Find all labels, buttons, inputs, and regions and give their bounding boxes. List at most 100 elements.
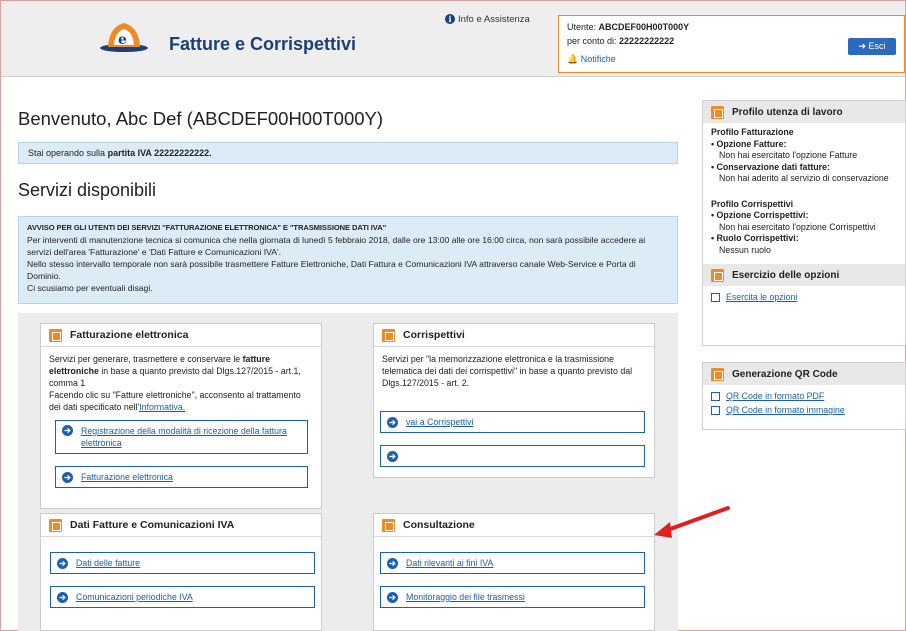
servizi-title: Servizi disponibili [18, 180, 157, 200]
partita-prefix: Stai operando sulla [28, 148, 106, 158]
arrow-right-icon: ➔ [62, 471, 73, 483]
arrow-right-icon: ➔ [387, 416, 398, 428]
partita-value: partita IVA 22222222222. [107, 148, 212, 158]
card-corrispettivi: Corrispettivi Servizi per "la memorizzaz… [373, 323, 655, 478]
desc-text: Servizi per generare, trasmettere e cons… [49, 354, 243, 364]
card-consultazione-head: Consultazione [374, 514, 654, 537]
card-fatturazione-head: Fatturazione elettronica [41, 324, 321, 347]
notifiche-label: Notifiche [580, 54, 616, 64]
card-consultazione-title: Consultazione [403, 519, 475, 531]
info-assistenza-link[interactable]: i Info e Assistenza [445, 14, 530, 25]
service-icon [49, 328, 62, 342]
qr-pdf-label: QR Code in formato PDF [726, 391, 825, 401]
esci-button[interactable]: ➜ Esci [848, 38, 896, 55]
info-icon: i [445, 14, 455, 24]
partita-iva-banner: Stai operando sulla partita IVA 22222222… [18, 142, 678, 164]
esercizio-title: Esercizio delle opzioni [732, 269, 840, 281]
vai-corrispettivi-button[interactable]: ➔ vai a Corrispettivi [380, 411, 645, 433]
dati-rilevanti-label: Dati rilevanti ai fini IVA [406, 558, 494, 568]
arrow-right-icon: ➔ [57, 591, 68, 603]
monitoraggio-file-button[interactable]: ➔ Monitoraggio dei file trasmessi [380, 586, 645, 608]
arrow-right-icon: ➔ [387, 557, 398, 569]
comunicazioni-label: Comunicazioni periodiche IVA [76, 592, 193, 602]
fatturazione-elettronica-button[interactable]: ➔ Fatturazione elettronica [55, 466, 308, 488]
user-label: Utente: [567, 22, 597, 32]
annotation-arrow-icon [654, 506, 730, 538]
qr-pdf-link[interactable]: QR Code in formato PDF [703, 385, 905, 403]
esci-label: Esci [868, 41, 886, 51]
card-dati-fatture: Dati Fatture e Comunicazioni IVA ➔ Dati d… [40, 513, 322, 631]
user-box: Utente: ABCDEF00H00T000Y per conto di: 2… [558, 15, 905, 73]
qr-head: Generazione QR Code [703, 363, 905, 385]
welcome-title: Benvenuto, Abc Def (ABCDEF00H00T000Y) [18, 108, 384, 129]
card-dati-fatture-title: Dati Fatture e Comunicazioni IVA [70, 519, 235, 531]
profilo-panel: Profilo utenza di lavoro Profilo Fattura… [702, 100, 906, 346]
document-icon [711, 391, 720, 401]
dati-fatture-label: Dati delle fatture [76, 558, 141, 568]
gear-icon [711, 268, 724, 282]
card-fatturazione: Fatturazione elettronica Servizi per gen… [40, 323, 322, 509]
arrow-right-icon: ➔ [57, 557, 68, 569]
ruolo-value: Nessun ruolo [719, 244, 771, 255]
notifiche-link[interactable]: 🔔 Notifiche [567, 54, 616, 65]
opzione-fatture-label: • Opzione Fatture: [711, 138, 787, 149]
comunicazioni-periodiche-button[interactable]: ➔ Comunicazioni periodiche IVA [50, 586, 315, 608]
registrazione-label: Registrazione della modalità di ricezion… [81, 426, 287, 448]
bell-icon: 🔔 [567, 54, 579, 64]
qr-image-link[interactable]: QR Code in formato immagine [703, 403, 905, 417]
card-fatturazione-title: Fatturazione elettronica [70, 329, 189, 341]
qr-image-label: QR Code in formato immagine [726, 405, 845, 415]
esercizio-head: Esercizio delle opzioni [703, 264, 905, 286]
profilo-corr-heading: Profilo Corrispettivi [711, 198, 794, 209]
service-icon [382, 518, 395, 532]
user-line: Utente: ABCDEF00H00T000Y [567, 22, 689, 32]
registrazione-modalita-button[interactable]: ➔ Registrazione della modalità di ricezio… [55, 420, 308, 454]
svg-text:e: e [118, 32, 127, 48]
opzione-corrispettivi-value: Non hai esercitato l'opzione Corrispetti… [719, 221, 876, 232]
profile-icon [711, 105, 724, 119]
vai-corrispettivi-label: vai a Corrispettivi [406, 417, 474, 427]
header: e Fatture e Corrispettivi i Info e Assist… [1, 1, 905, 77]
avviso-paragraph-3: Ci scusiamo per eventuali disagi. [27, 283, 153, 293]
qr-panel: Generazione QR Code QR Code in formato P… [702, 362, 906, 430]
esercita-label: Esercita le opzioni [726, 292, 798, 302]
services-area: Fatturazione elettronica Servizi per gen… [18, 313, 678, 631]
conto-label: per conto di: [567, 36, 617, 46]
agenzia-logo-icon[interactable]: e [99, 19, 149, 53]
avviso-title: AVVISO PER GLI UTENTI DEI SERVIZI "FATTU… [27, 223, 387, 232]
card-corrispettivi-head: Corrispettivi [374, 324, 654, 347]
edit-icon [711, 292, 720, 302]
avviso-paragraph-2: Nello stesso intervallo temporale non sa… [27, 259, 636, 281]
qr-title: Generazione QR Code [732, 368, 838, 380]
opzione-corrispettivi-label: • Opzione Corrispettivi: [711, 210, 809, 220]
fatturazione-label: Fatturazione elettronica [81, 472, 173, 482]
avviso-banner: AVVISO PER GLI UTENTI DEI SERVIZI "FATTU… [18, 216, 678, 304]
card-consultazione: Consultazione ➔ Dati rilevanti ai fini IV… [373, 513, 655, 631]
profilo-head: Profilo utenza di lavoro [703, 101, 905, 123]
esercita-opzioni-link[interactable]: Esercita le opzioni [703, 286, 905, 304]
dati-rilevanti-iva-button[interactable]: ➔ Dati rilevanti ai fini IVA [380, 552, 645, 574]
ruolo-label: • Ruolo Corrispettivi: [711, 233, 799, 243]
user-value: ABCDEF00H00T000Y [598, 22, 690, 32]
arrow-right-icon: ➔ [387, 450, 398, 462]
profilo-fatturazione: Profilo Fatturazione • Opzione Fatture: … [703, 123, 905, 189]
profilo-fatt-heading: Profilo Fatturazione [711, 127, 794, 137]
informativa-link[interactable]: Informativa. [139, 402, 185, 412]
service-icon [382, 328, 395, 342]
dati-delle-fatture-button[interactable]: ➔ Dati delle fatture [50, 552, 315, 574]
logout-icon: ➜ [858, 41, 866, 51]
corrispettivi-empty-button[interactable]: ➔ [380, 445, 645, 467]
card-fatturazione-desc: Servizi per generare, trasmettere e cons… [41, 347, 321, 419]
monitoraggio-label: Monitoraggio dei file trasmessi [406, 592, 525, 602]
card-dati-fatture-head: Dati Fatture e Comunicazioni IVA [41, 514, 321, 537]
conto-line: per conto di: 22222222222 [567, 36, 674, 46]
qr-icon [711, 367, 724, 381]
app-title: Fatture e Corrispettivi [169, 34, 357, 54]
info-link-label: Info e Assistenza [458, 14, 530, 25]
card-corrispettivi-desc: Servizi per "la memorizzazione elettroni… [382, 354, 633, 388]
opzione-fatture-value: Non hai esercitato l'opzione Fatture [719, 150, 858, 160]
profilo-corrispettivi: Profilo Corrispettivi • Opzione Corrispe… [703, 189, 905, 261]
profilo-title: Profilo utenza di lavoro [732, 106, 843, 118]
card-corrispettivi-title: Corrispettivi [403, 329, 465, 341]
conto-value: 22222222222 [619, 36, 675, 46]
